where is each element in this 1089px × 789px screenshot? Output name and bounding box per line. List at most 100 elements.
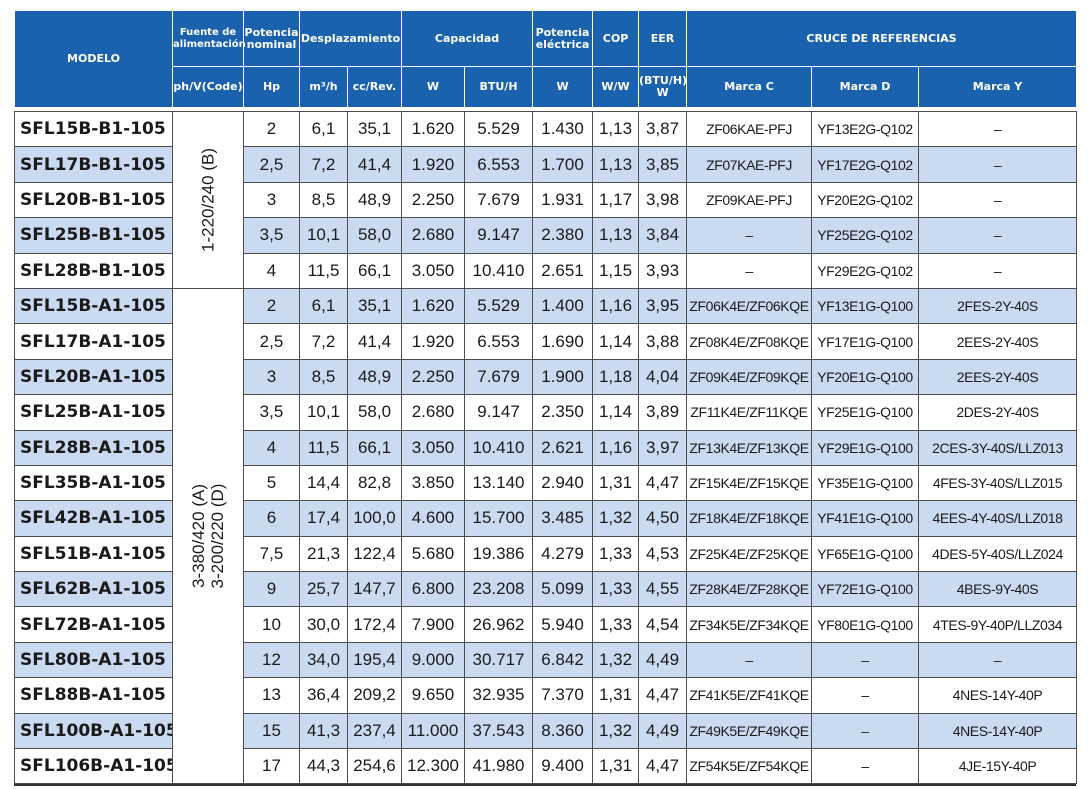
cell-capacity-btuh: 10.410 bbox=[463, 252, 534, 289]
cell-capacity-btuh: 15.700 bbox=[463, 500, 534, 537]
cell-ccrev: 147,7 bbox=[347, 571, 402, 608]
cell-cop: 1,31 bbox=[592, 677, 640, 714]
cell-eer: 3,87 bbox=[638, 110, 688, 148]
cell-marca-c: – bbox=[686, 217, 813, 254]
cell-cop: 1,13 bbox=[592, 146, 640, 183]
cell-ccrev: 122,4 bbox=[347, 535, 402, 573]
cell-marca-d: – bbox=[811, 748, 920, 785]
cell-eer: 3,95 bbox=[638, 287, 688, 325]
supply-group-a: 3-380/420 (A) 3-200/220 (D) bbox=[172, 287, 244, 785]
cell-eer: 3,97 bbox=[638, 429, 688, 466]
cell-power-w: 4.279 bbox=[532, 535, 594, 573]
cell-capacity-w: 5.680 bbox=[401, 535, 465, 573]
cell-marca-d: YF13E2G-Q102 bbox=[811, 110, 920, 148]
cell-hp: 3 bbox=[243, 181, 300, 219]
cell-capacity-w: 3.050 bbox=[401, 429, 465, 466]
cell-marca-c: ZF11K4E/ZF11KQE bbox=[686, 394, 813, 431]
cell-power-w: 2.350 bbox=[532, 394, 594, 431]
cell-capacity-btuh: 5.529 bbox=[463, 110, 534, 148]
cell-ccrev: 35,1 bbox=[347, 110, 402, 148]
cell-hp: 13 bbox=[243, 677, 300, 714]
cell-marca-c: ZF09KAE-PFJ bbox=[686, 181, 813, 219]
subheader-btuh: BTU/H bbox=[463, 66, 534, 108]
cell-power-w: 2.621 bbox=[532, 429, 594, 466]
cell-marca-y: – bbox=[918, 252, 1078, 289]
cell-hp: 6 bbox=[243, 500, 300, 537]
cell-model: SFL42B-A1-105 bbox=[14, 500, 173, 537]
cell-marca-c: ZF09K4E/ZF09KQE bbox=[686, 358, 813, 396]
cell-m3h: 8,5 bbox=[299, 181, 348, 219]
cell-m3h: 7,2 bbox=[299, 146, 348, 183]
cell-marca-d: YF65E1G-Q100 bbox=[811, 535, 920, 573]
cell-power-w: 2.380 bbox=[532, 217, 594, 254]
cell-marca-d: YF29E1G-Q100 bbox=[811, 429, 920, 466]
cell-marca-y: 4TES-9Y-40P/LLZ034 bbox=[918, 606, 1078, 643]
cell-ccrev: 35,1 bbox=[347, 287, 402, 325]
cell-power-w: 8.360 bbox=[532, 712, 594, 750]
cell-m3h: 36,4 bbox=[299, 677, 348, 714]
cell-eer: 3,88 bbox=[638, 323, 688, 360]
cell-capacity-w: 3.050 bbox=[401, 252, 465, 289]
cell-capacity-btuh: 9.147 bbox=[463, 394, 534, 431]
cell-m3h: 6,1 bbox=[299, 110, 348, 148]
header-cop: COP bbox=[592, 11, 640, 67]
cell-cop: 1,14 bbox=[592, 323, 640, 360]
cell-capacity-w: 12.300 bbox=[401, 748, 465, 785]
cell-cop: 1,31 bbox=[592, 748, 640, 785]
header-fuente: Fuente de alimentación bbox=[172, 11, 246, 67]
cell-ccrev: 58,0 bbox=[347, 217, 402, 254]
cell-marca-d: YF29E2G-Q102 bbox=[811, 252, 920, 289]
cell-model: SFL100B-A1-105 bbox=[14, 712, 173, 750]
cell-capacity-w: 9.650 bbox=[401, 677, 465, 714]
table-row: SFL15B-B1-105 1-220/240 (B) 2 6,1 35,1 1.620 5… bbox=[14, 110, 1078, 289]
cell-eer: 4,47 bbox=[638, 464, 688, 502]
cell-marca-c: ZF41K5E/ZF41KQE bbox=[686, 677, 813, 714]
cell-marca-c: ZF13K4E/ZF13KQE bbox=[686, 429, 813, 466]
cell-marca-y: 4DES-5Y-40S/LLZ024 bbox=[918, 535, 1078, 573]
cell-marca-y: 2FES-2Y-40S bbox=[918, 287, 1078, 325]
cell-cop: 1,32 bbox=[592, 641, 640, 679]
cell-hp: 2 bbox=[243, 287, 300, 325]
cell-marca-c: ZF54K5E/ZF54KQE bbox=[686, 748, 813, 785]
cell-marca-y: 2EES-2Y-40S bbox=[918, 323, 1078, 360]
cell-capacity-w: 1.920 bbox=[401, 323, 465, 360]
cell-model: SFL15B-A1-105 bbox=[14, 287, 173, 325]
cell-eer: 4,47 bbox=[638, 677, 688, 714]
cell-hp: 2,5 bbox=[243, 323, 300, 360]
cell-model: SFL20B-A1-105 bbox=[14, 358, 173, 396]
cell-model: SFL106B-A1-105 bbox=[14, 748, 173, 785]
cell-cop: 1,33 bbox=[592, 535, 640, 573]
cell-model: SFL28B-B1-105 bbox=[14, 252, 173, 289]
cell-model: SFL17B-B1-105 bbox=[14, 146, 173, 183]
cell-capacity-btuh: 5.529 bbox=[463, 287, 534, 325]
cell-marca-c: ZF34K5E/ZF34KQE bbox=[686, 606, 813, 643]
cell-capacity-btuh: 6.553 bbox=[463, 323, 534, 360]
cell-marca-c: – bbox=[686, 641, 813, 679]
cell-eer: 3,85 bbox=[638, 146, 688, 183]
cell-m3h: 10,1 bbox=[299, 217, 348, 254]
table-header: MODELO Fuente de alimentación Potencia n… bbox=[14, 11, 1078, 112]
cell-hp: 2,5 bbox=[243, 146, 300, 183]
cell-marca-c: – bbox=[686, 252, 813, 289]
subheader-btuhw: (BTU/H) W bbox=[638, 66, 687, 108]
cell-capacity-w: 3.850 bbox=[401, 464, 465, 502]
cell-capacity-btuh: 6.553 bbox=[463, 146, 534, 183]
cell-cop: 1,16 bbox=[592, 429, 640, 466]
cell-hp: 2 bbox=[243, 110, 300, 148]
subheader-marca-y: Marca Y bbox=[918, 66, 1078, 108]
cell-hp: 15 bbox=[243, 712, 300, 750]
cell-cop: 1,31 bbox=[592, 464, 640, 502]
cell-power-w: 3.485 bbox=[532, 500, 594, 537]
cell-eer: 4,54 bbox=[638, 606, 688, 643]
cell-capacity-btuh: 19.386 bbox=[463, 535, 534, 573]
cell-cop: 1,18 bbox=[592, 358, 640, 396]
cell-power-w: 9.400 bbox=[532, 748, 594, 785]
header-potencia-nominal: Potencia nominal bbox=[243, 11, 300, 67]
cell-capacity-w: 1.620 bbox=[401, 110, 465, 148]
cell-marca-y: 2DES-2Y-40S bbox=[918, 394, 1078, 431]
cell-hp: 3,5 bbox=[243, 217, 300, 254]
cell-eer: 4,55 bbox=[638, 571, 688, 608]
cell-eer: 4,50 bbox=[638, 500, 688, 537]
cell-marca-c: ZF49K5E/ZF49KQE bbox=[686, 712, 813, 750]
cell-marca-d: YF20E1G-Q100 bbox=[811, 358, 920, 396]
